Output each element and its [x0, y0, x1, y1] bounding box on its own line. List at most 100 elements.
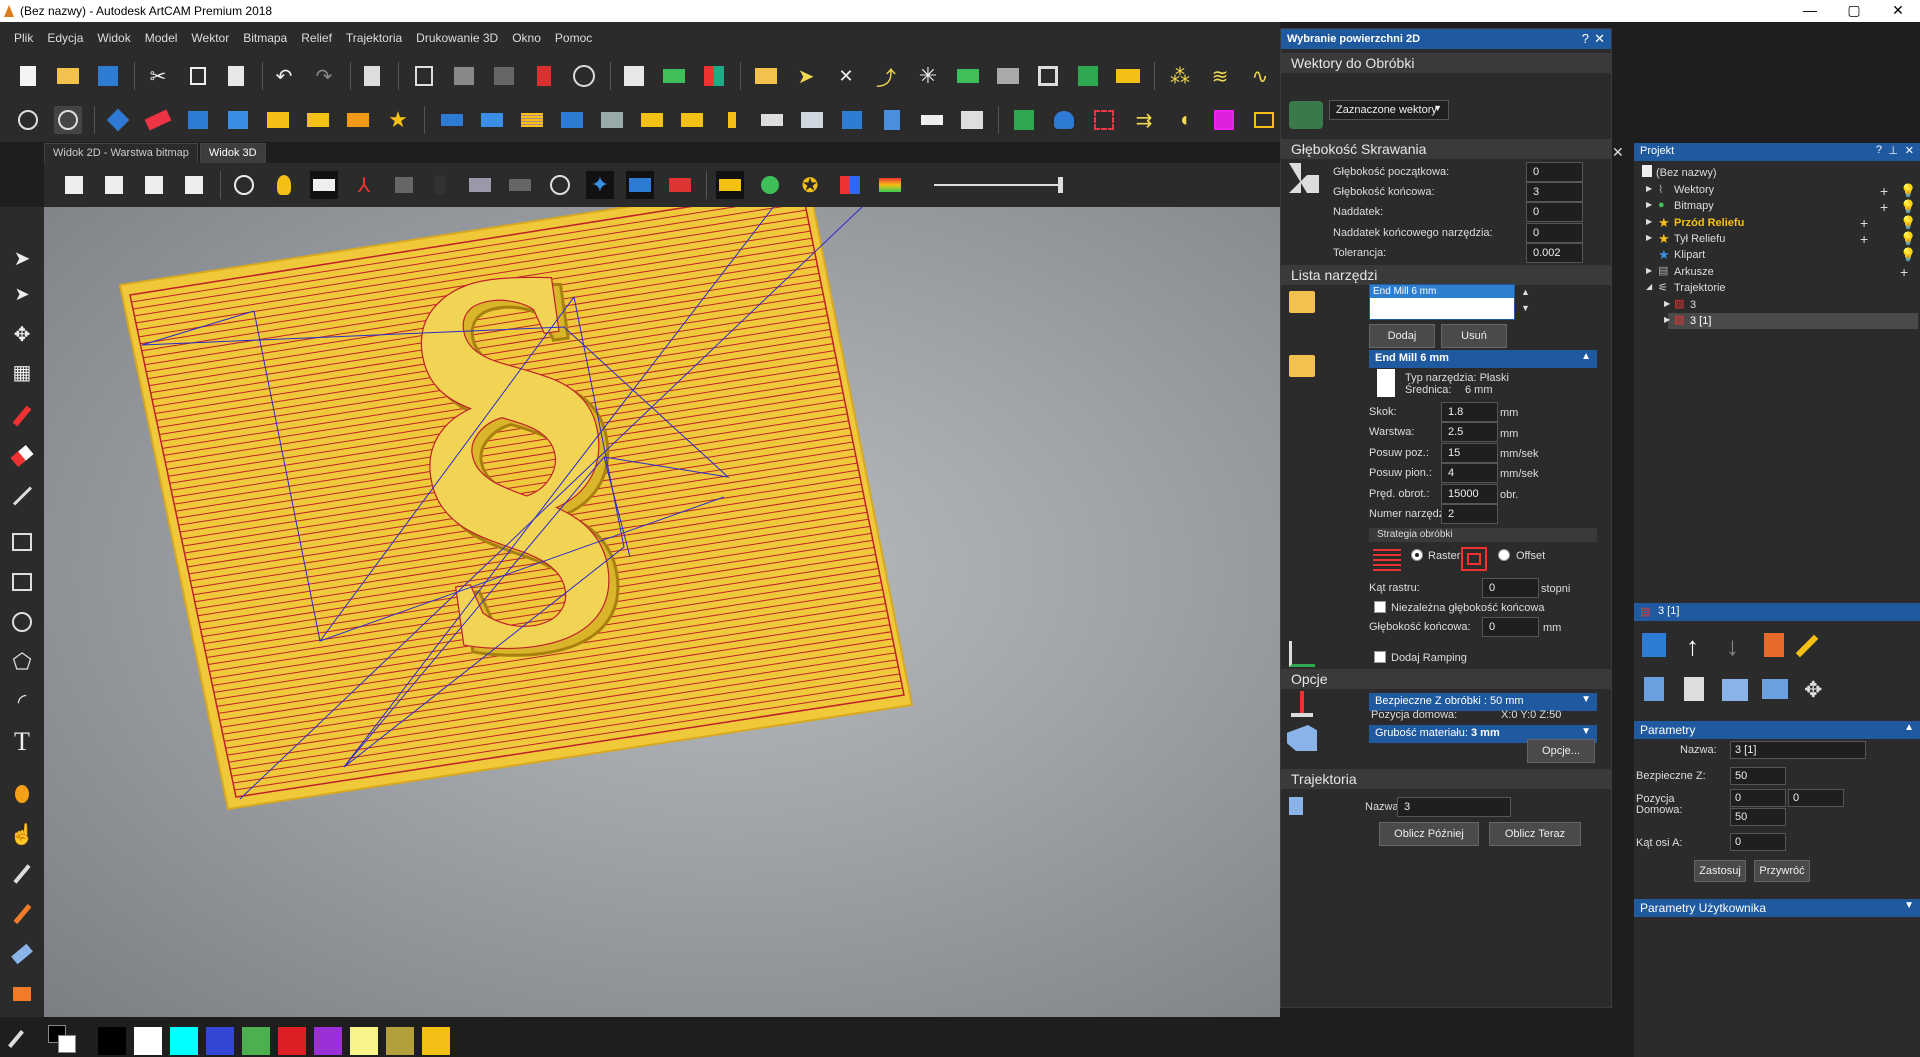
sculpt-blue-icon[interactable]	[184, 106, 212, 134]
move-up-icon[interactable]: ↑	[1686, 631, 1699, 662]
expand-bitmaps-icon[interactable]: ▶	[1646, 200, 1652, 209]
cube-side-icon[interactable]	[180, 171, 208, 199]
pen-red-icon[interactable]	[9, 403, 35, 429]
palette-swatch[interactable]	[314, 1027, 342, 1055]
layered-icon[interactable]	[958, 106, 986, 134]
tool-list-item[interactable]: End Mill 6 mm	[1370, 285, 1514, 298]
new-file-icon[interactable]	[14, 62, 42, 90]
menu-drukowanie-3d[interactable]: Drukowanie 3D	[416, 31, 498, 45]
purple-block-icon[interactable]	[466, 171, 494, 199]
color-pyramid-icon[interactable]	[836, 171, 864, 199]
add-tool-button[interactable]: Dodaj	[1369, 324, 1435, 348]
toolpath-name-input[interactable]: 3	[1397, 797, 1511, 817]
wave-icon[interactable]: ≋	[1206, 62, 1234, 90]
tool-folder-icon[interactable]	[1289, 291, 1315, 313]
copy-icon[interactable]	[184, 62, 212, 90]
blue-star-icon[interactable]: ✦	[586, 171, 614, 199]
restore-button[interactable]: Przywróć	[1754, 860, 1810, 882]
select-arrow-icon[interactable]: ➤	[9, 245, 35, 271]
vectors-add-icon[interactable]: +	[1880, 183, 1888, 199]
expand-relief-front-icon[interactable]: ▶	[1646, 217, 1652, 226]
end-depth-input[interactable]: 3	[1526, 182, 1583, 202]
relief-back-visibility-icon[interactable]: 💡	[1900, 231, 1916, 247]
independent-depth-checkbox[interactable]	[1374, 601, 1386, 613]
calc-toolpath-icon[interactable]	[1644, 677, 1664, 701]
tree-toolpath-3[interactable]: 3	[1690, 299, 1696, 311]
project-root[interactable]: (Bez nazwy)	[1656, 167, 1717, 179]
tool-gray-icon[interactable]	[390, 171, 418, 199]
close-window-button[interactable]: ✕	[1876, 0, 1920, 22]
menu-trajektoria[interactable]: Trajektoria	[346, 31, 402, 45]
expand-relief-back-icon[interactable]: ▶	[1646, 233, 1652, 242]
fill-brush-icon[interactable]	[9, 981, 35, 1007]
stack-icon[interactable]	[598, 106, 626, 134]
tool-header-bar[interactable]: End Mill 6 mm ▲	[1369, 350, 1597, 368]
menu-relief[interactable]: Relief	[301, 31, 332, 45]
yellow-sheet-icon[interactable]	[716, 171, 744, 199]
simulate-icon[interactable]	[1722, 679, 1748, 701]
menu-okno[interactable]: Okno	[512, 31, 541, 45]
spindle-speed-input[interactable]: 15000	[1441, 484, 1498, 504]
palette-swatch[interactable]	[242, 1027, 270, 1055]
apply-button[interactable]: Zastosuj	[1694, 860, 1746, 882]
eraser-red-icon[interactable]	[144, 106, 172, 134]
viewport-3d[interactable]: § §	[44, 207, 1280, 1017]
minimize-button[interactable]: —	[1788, 0, 1832, 22]
rectangle-tool-icon[interactable]	[9, 569, 35, 595]
plunge-rate-input[interactable]: 4	[1441, 463, 1498, 483]
tool-number-input[interactable]: 2	[1441, 504, 1498, 524]
node-edit-icon[interactable]: ✕	[832, 62, 860, 90]
sheet-green-icon[interactable]	[1074, 62, 1102, 90]
bitmap-to-vector-icon[interactable]	[620, 62, 648, 90]
panel-dock-close-icon[interactable]: ✕	[1612, 144, 1628, 160]
relief-pin2-icon[interactable]	[678, 106, 706, 134]
small-relief-icon[interactable]	[718, 106, 746, 134]
model-size-icon[interactable]	[410, 62, 438, 90]
move-down-icon[interactable]: ↓	[1726, 631, 1739, 662]
stepover-input[interactable]: 1.8	[1441, 402, 1498, 422]
palette-swatch[interactable]	[386, 1027, 414, 1055]
allowance-input[interactable]: 0	[1526, 202, 1583, 222]
grid-icon[interactable]: ▦	[9, 359, 35, 385]
white-layers-icon[interactable]	[798, 106, 826, 134]
relief-orange-icon[interactable]	[344, 106, 372, 134]
scroll-up-icon[interactable]: ▲	[1521, 287, 1530, 297]
tab-3d-view[interactable]: Widok 3D	[199, 143, 266, 163]
project-help-button[interactable]: ?	[1876, 144, 1882, 156]
palette-swatch[interactable]	[134, 1027, 162, 1055]
arc-tool-icon[interactable]: ◜	[9, 689, 35, 715]
tile-icon[interactable]	[490, 62, 518, 90]
home-z-input[interactable]: 50	[1730, 808, 1786, 826]
eraser-blue-icon[interactable]	[9, 941, 35, 967]
expand-icon[interactable]: ▼	[1581, 694, 1591, 705]
home-x-input[interactable]: 0	[1730, 789, 1786, 807]
help-button[interactable]: ?	[1582, 31, 1589, 46]
menu-model[interactable]: Model	[145, 31, 178, 45]
clipart-visibility-icon[interactable]: 💡	[1900, 247, 1916, 263]
bitmaps-add-icon[interactable]: +	[1880, 199, 1888, 215]
zoom-region-icon[interactable]	[14, 106, 42, 134]
cube-front-icon[interactable]	[100, 171, 128, 199]
expand-toolpath-3-icon[interactable]: ▶	[1664, 299, 1670, 308]
cut-icon[interactable]: ✂	[144, 62, 172, 90]
white-flat-icon[interactable]	[918, 106, 946, 134]
green-shapes-icon[interactable]	[756, 171, 784, 199]
brush-small-icon[interactable]	[8, 1030, 24, 1048]
user-params-expand-icon[interactable]: ▼	[1904, 900, 1914, 911]
mirror-icon[interactable]	[450, 62, 478, 90]
text-tool-icon[interactable]: T	[9, 727, 35, 756]
blue-layer-icon[interactable]	[438, 106, 466, 134]
offset-pattern-icon[interactable]	[1461, 547, 1487, 571]
vector-stack-icon[interactable]	[994, 62, 1022, 90]
figure-icon[interactable]	[878, 106, 906, 134]
relief-back-add-icon[interactable]: +	[1860, 231, 1868, 247]
expand-toolpath-3-1-icon[interactable]: ▶	[1664, 315, 1670, 324]
delete-toolpath-icon[interactable]	[1764, 633, 1784, 657]
vector-layer-icon[interactable]	[660, 62, 688, 90]
menu-pomoc[interactable]: Pomoc	[555, 31, 592, 45]
relief-pin-icon[interactable]	[638, 106, 666, 134]
offset-radio[interactable]	[1498, 549, 1510, 561]
relief-block-icon[interactable]	[304, 106, 332, 134]
gray-flat-icon[interactable]	[506, 171, 534, 199]
blue-dome-icon[interactable]	[1050, 106, 1078, 134]
